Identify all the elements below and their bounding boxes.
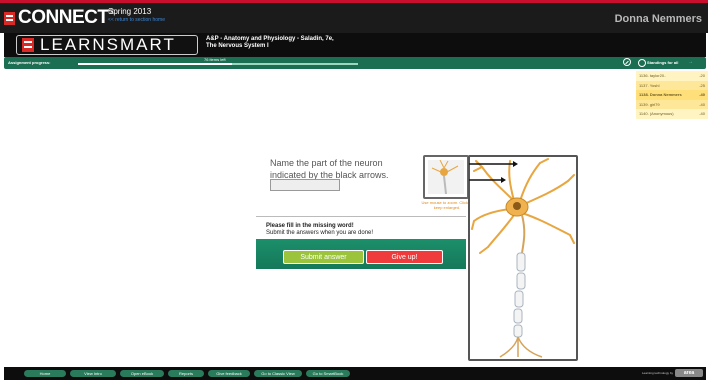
- learnsmart-header: LEARNSMART A&P - Anatomy and Physiology …: [4, 33, 706, 57]
- tagline: Learning technology by: [642, 371, 674, 375]
- bottom-nav: Home View Intro Open eBook Reports Give …: [4, 367, 706, 380]
- mcgraw-hill-icon: [22, 38, 34, 52]
- return-section-link[interactable]: << return to section home: [108, 17, 165, 23]
- course-title: A&P - Anatomy and Physiology - Saladin, …: [206, 36, 334, 50]
- question-text: Name the part of the neuron indicated by…: [270, 158, 389, 180]
- nav-classic-view[interactable]: Go to Classic View: [254, 370, 302, 377]
- standings-row: 1140. (Anonymous) -40: [636, 109, 708, 119]
- standings-title: Standings for all: [647, 60, 679, 65]
- standings-list: 1136. taylor20.. -20 1137. YoshI -25 1138.…: [636, 71, 708, 119]
- term-label: Spring 2013: [108, 7, 152, 16]
- progress-fill: [78, 63, 232, 65]
- standings-row: 1136. taylor20.. -20: [636, 71, 708, 81]
- user-name: Donna Nemmers: [614, 13, 702, 25]
- items-left-label: 76 items left: [204, 57, 226, 62]
- standings-header[interactable]: Standings for all →: [634, 57, 706, 69]
- learnsmart-logo: LEARNSMART: [16, 35, 198, 55]
- standings-row: 1139. girl79 -40: [636, 99, 708, 109]
- zoom-hint: Use mouse to zoom. Click to keep enlarge…: [421, 200, 473, 210]
- course-line-1: A&P - Anatomy and Physiology - Saladin, …: [206, 36, 334, 42]
- nav-give-feedback[interactable]: Give feedback: [208, 370, 250, 377]
- nav-open-ebook[interactable]: Open eBook: [120, 370, 164, 377]
- standings-row-current-user: 1138. Donna Nemmers -40: [636, 90, 708, 100]
- nav-smartbook[interactable]: Go to SmartBook: [306, 370, 350, 377]
- give-up-button[interactable]: Give up!: [366, 250, 443, 264]
- arrow-right-icon: →: [688, 59, 693, 65]
- nav-view-intro[interactable]: View Intro: [70, 370, 116, 377]
- nav-reports[interactable]: Reports: [168, 370, 204, 377]
- standings-row: 1137. YoshI -25: [636, 80, 708, 90]
- assignment-progress-bar: Assignment progress: 76 items left: [4, 57, 637, 69]
- mcgraw-hill-icon: [4, 11, 15, 25]
- feedback-subtitle: Submit the answers when you are done!: [266, 230, 374, 236]
- nav-home[interactable]: Home: [24, 370, 66, 377]
- feedback-panel: Please fill in the missing word! Submit …: [256, 216, 466, 269]
- neuron-thumbnail[interactable]: [423, 155, 469, 199]
- feedback-title: Please fill in the missing word!: [266, 223, 354, 229]
- progress-label: Assignment progress:: [8, 60, 51, 65]
- area-logo: area: [675, 369, 703, 377]
- thumbnail-image: [428, 159, 464, 195]
- submit-answer-button[interactable]: Submit answer: [283, 250, 364, 264]
- progress-track: [78, 63, 358, 65]
- standings-icon: [638, 59, 646, 67]
- connect-logo: CONNECT ®: [4, 7, 115, 28]
- connect-wordmark: CONNECT: [18, 7, 109, 28]
- top-bar: CONNECT ® Spring 2013 << return to secti…: [0, 0, 708, 33]
- settings-icon[interactable]: [623, 58, 631, 66]
- answer-input[interactable]: [270, 179, 340, 191]
- course-line-2: The Nervous System I: [206, 43, 269, 49]
- learnsmart-wordmark: LEARNSMART: [40, 35, 176, 54]
- pointer-arrows: [469, 161, 518, 183]
